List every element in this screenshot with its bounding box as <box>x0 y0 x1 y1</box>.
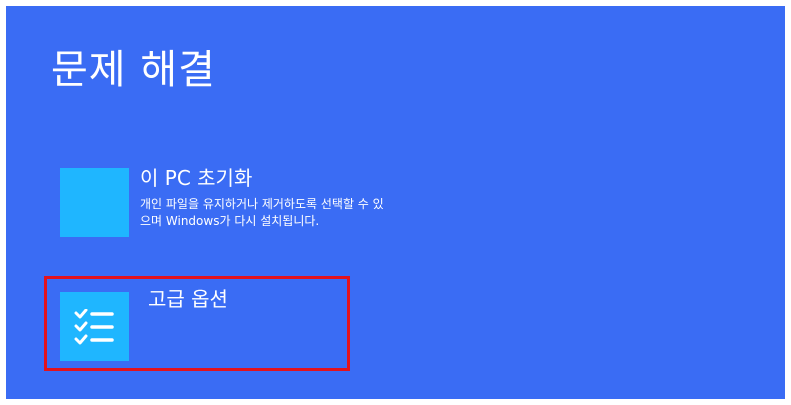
reset-pc-title: 이 PC 초기화 <box>140 166 253 190</box>
advanced-options-title: 고급 옵션 <box>148 287 228 311</box>
reset-pc-icon <box>60 168 129 237</box>
reset-pc-description: 개인 파일을 유지하거나 제거하도록 선택할 수 있으며 Windows가 다시… <box>140 197 384 228</box>
advanced-options-option[interactable]: 고급 옵션 <box>60 284 350 361</box>
troubleshoot-screen: 문제 해결 이 PC 초기화 개인 파일을 유지하거나 제거하도록 선택할 수 … <box>6 6 785 399</box>
checklist-icon-glyph <box>74 309 114 345</box>
reset-pc-option[interactable]: 이 PC 초기화 개인 파일을 유지하거나 제거하도록 선택할 수 있으며 Wi… <box>60 164 390 264</box>
checklist-icon <box>60 292 129 361</box>
page-title: 문제 해결 <box>51 47 216 93</box>
